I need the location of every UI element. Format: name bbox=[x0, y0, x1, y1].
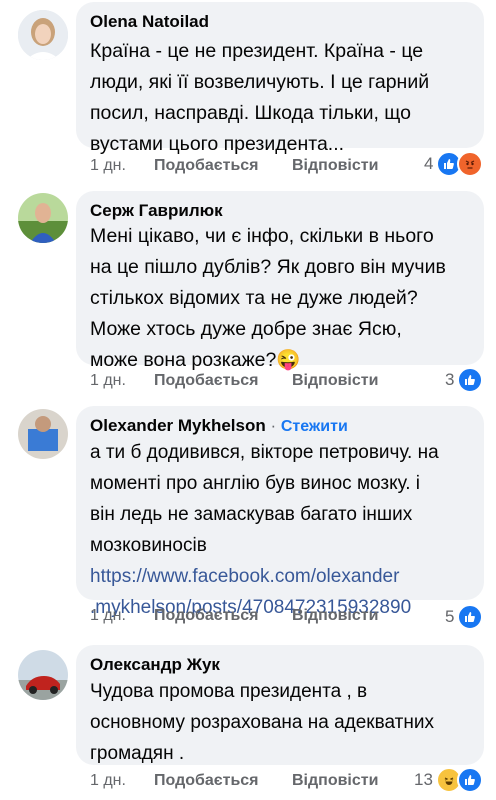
avatar[interactable] bbox=[18, 409, 68, 459]
comment-author[interactable]: Олександр Жук bbox=[90, 655, 220, 675]
reaction-summary[interactable]: 5 bbox=[445, 604, 484, 630]
post-link[interactable]: .mykhelson/posts/4708472315932890 bbox=[90, 592, 439, 623]
comment-bubble: Olexander Mykhelson · Стежити а ти б дод… bbox=[76, 406, 484, 618]
comment-text: Країна - це не президент. Країна - це лю… bbox=[90, 36, 429, 160]
comment-line: вустами цього президента... bbox=[90, 133, 345, 155]
like-icon bbox=[457, 367, 484, 393]
comment-time[interactable]: 1 дн. bbox=[90, 772, 126, 790]
follow-button[interactable]: Стежити bbox=[281, 418, 348, 435]
avatar-photo bbox=[18, 409, 68, 459]
reaction-count: 13 bbox=[414, 770, 433, 789]
comment-author[interactable]: Olexander Mykhelson bbox=[90, 416, 266, 435]
reply-button[interactable]: Відповісти bbox=[292, 607, 378, 625]
like-button[interactable]: Подобається bbox=[154, 607, 259, 625]
separator: · bbox=[265, 416, 281, 435]
avatar[interactable] bbox=[18, 650, 68, 700]
comment-author[interactable]: Серж Гаврилюк bbox=[90, 201, 223, 221]
post-link[interactable]: https://www.facebook.com/olexander bbox=[90, 561, 439, 592]
comment-line: Чудова промова президента , в bbox=[90, 681, 368, 702]
comment-time[interactable]: 1 дн. bbox=[90, 372, 126, 390]
comment-line: стількох відомих та не дуже людей? bbox=[90, 287, 418, 309]
comment-bubble: Олександр Жук Чудова промова президента … bbox=[76, 645, 484, 765]
reaction-summary[interactable]: 4 bbox=[424, 151, 484, 177]
reply-button[interactable]: Відповісти bbox=[292, 372, 378, 390]
comment-line: посил, насправді. Шкода тільки, що bbox=[90, 102, 411, 124]
comment-line: а ти б додивився, вікторе петровичу. на bbox=[90, 442, 439, 463]
comment-text: а ти б додивився, вікторе петровичу. на … bbox=[90, 437, 439, 623]
wink-emoji-icon: 😜 bbox=[276, 349, 301, 371]
comment-line: громадян . bbox=[90, 743, 185, 764]
comment-line: Мені цікаво, чи є інфо, скільки в нього bbox=[90, 225, 434, 247]
like-button[interactable]: Подобається bbox=[154, 772, 259, 790]
comment-line: мозковиносів bbox=[90, 535, 207, 556]
comment-bubble: Серж Гаврилюк Мені цікаво, чи є інфо, ск… bbox=[76, 191, 484, 371]
avatar-photo bbox=[18, 10, 68, 60]
comment-author-row: Olexander Mykhelson · Стежити bbox=[90, 416, 348, 436]
reaction-count: 3 bbox=[445, 370, 455, 389]
reply-button[interactable]: Відповісти bbox=[292, 157, 378, 175]
comment-line: може вона розкаже?😜 bbox=[90, 345, 446, 376]
comment-line-text: може вона розкаже? bbox=[90, 349, 277, 371]
avatar-photo bbox=[18, 650, 68, 700]
comment-author[interactable]: Olena Natoilad bbox=[90, 12, 209, 32]
comment-line: він ледь не замаскував багато інших bbox=[90, 504, 413, 525]
like-icon bbox=[456, 767, 483, 793]
comment-text: Мені цікаво, чи є інфо, скільки в нього … bbox=[90, 221, 446, 376]
reaction-summary[interactable]: 13 bbox=[414, 767, 483, 793]
avatar[interactable] bbox=[18, 193, 68, 243]
reaction-count: 5 bbox=[445, 607, 455, 626]
comment-text: Чудова промова президента , в основному … bbox=[90, 676, 434, 769]
reply-button[interactable]: Відповісти bbox=[292, 772, 378, 790]
comment-bubble: Olena Natoilad Країна - це не президент.… bbox=[76, 2, 484, 155]
comment-time[interactable]: 1 дн. bbox=[90, 607, 126, 625]
comment-line: основному розрахована на адекватних bbox=[90, 712, 434, 733]
comment-line: люди, які її возвеличують. І це гарний bbox=[90, 71, 430, 93]
avatar[interactable] bbox=[18, 10, 68, 60]
comment-line: Країна - це не президент. Країна - це bbox=[90, 40, 424, 62]
avatar-photo bbox=[18, 193, 68, 243]
like-icon bbox=[457, 604, 484, 630]
comment-time[interactable]: 1 дн. bbox=[90, 157, 126, 175]
comment-line: Може хтось дуже добре знає Ясю, bbox=[90, 318, 402, 340]
like-button[interactable]: Подобається bbox=[154, 372, 259, 390]
angry-icon bbox=[457, 151, 484, 177]
like-button[interactable]: Подобається bbox=[154, 157, 259, 175]
reaction-count: 4 bbox=[424, 154, 434, 173]
comment-line: моменті про англію був винос мозку. і bbox=[90, 473, 420, 494]
comment-line: на це пішло дублів? Як довго він мучив bbox=[90, 256, 446, 278]
reaction-summary[interactable]: 3 bbox=[445, 367, 484, 393]
